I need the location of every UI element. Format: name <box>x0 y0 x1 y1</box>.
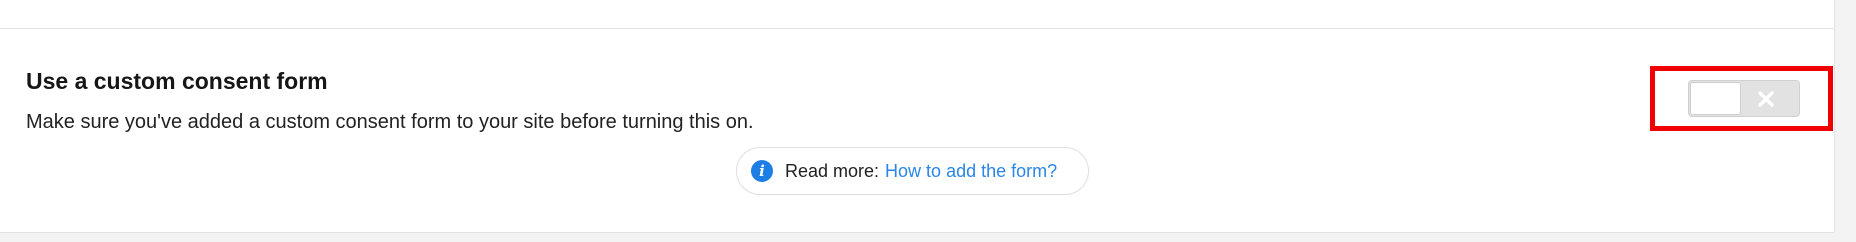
top-panel <box>0 0 1834 29</box>
how-to-add-form-link[interactable]: How to add the form? <box>885 161 1057 182</box>
setting-title: Use a custom consent form <box>26 68 328 94</box>
close-icon <box>1758 91 1774 107</box>
toggle-knob <box>1690 82 1741 115</box>
read-more-pill: i Read more: How to add the form? <box>736 147 1089 195</box>
info-icon: i <box>751 160 773 182</box>
read-more-label: Read more: <box>785 160 880 181</box>
setting-description: Make sure you've added a custom consent … <box>26 111 754 133</box>
right-divider <box>1834 0 1835 232</box>
custom-consent-toggle[interactable] <box>1688 80 1800 117</box>
